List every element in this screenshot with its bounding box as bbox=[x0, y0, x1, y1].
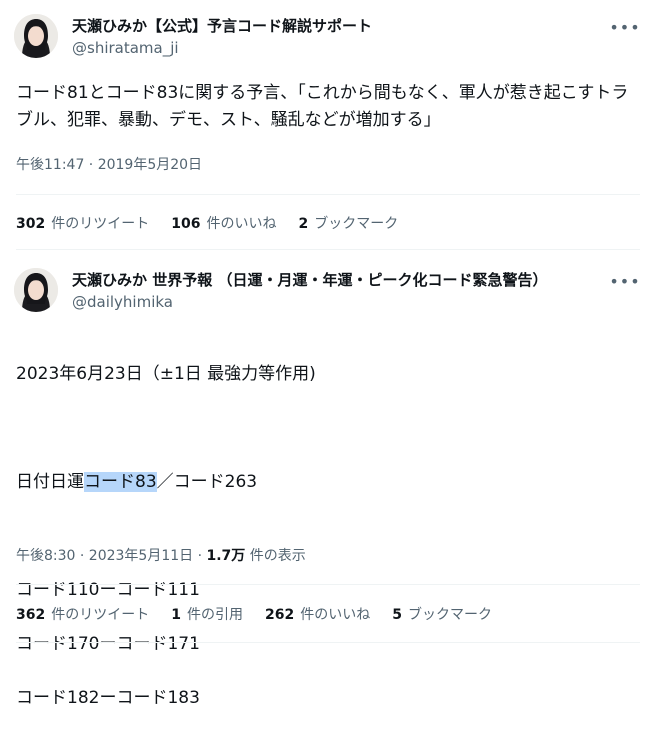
engagement-stats: 302 件のリツイート 106 件のいいね 2 ブックマーク bbox=[16, 214, 398, 234]
bookmarks-stat[interactable]: 5 ブックマーク bbox=[392, 605, 492, 625]
more-horizontal-icon[interactable]: ••• bbox=[609, 18, 639, 37]
timestamp-text: 午後8:30 · 2023年5月11日 · bbox=[16, 548, 207, 564]
retweets-stat[interactable]: 362 件のリツイート bbox=[16, 605, 149, 625]
tweet-1: 天瀬ひみか【公式】予言コード解説サポート @shiratama_ji ••• コ… bbox=[0, 0, 656, 250]
stat-label: ブックマーク bbox=[407, 607, 492, 623]
display-name[interactable]: 天瀬ひみか【公式】予言コード解説サポート bbox=[72, 16, 372, 36]
timestamp[interactable]: 午後11:47 · 2019年5月20日 bbox=[16, 155, 202, 175]
stat-label: 件のリツイート bbox=[51, 607, 150, 623]
views-label: 件の表示 bbox=[245, 548, 306, 564]
tweet-text: コード81とコード83に関する予言、「これから間もなく、軍人が惹き起こすトラブル… bbox=[16, 83, 629, 130]
text-line: 2023年6月23日（±1日 最強力等作用) bbox=[16, 364, 316, 384]
stat-label: 件のいいね bbox=[206, 216, 277, 232]
display-name[interactable]: 天瀬ひみか 世界予報 （日運・月運・年運・ピーク化コード緊急警告） bbox=[72, 270, 547, 290]
text-line: コード170ーコード171 bbox=[16, 634, 200, 654]
more-horizontal-icon[interactable]: ••• bbox=[609, 272, 639, 291]
divider bbox=[16, 642, 640, 643]
timestamp[interactable]: 午後8:30 · 2023年5月11日 · 1.7万 件の表示 bbox=[16, 546, 306, 566]
stat-label: 件のリツイート bbox=[51, 216, 150, 232]
handle[interactable]: @shiratama_ji bbox=[72, 38, 179, 58]
text-suffix: ／コード263 bbox=[156, 472, 258, 492]
bookmarks-stat[interactable]: 2 ブックマーク bbox=[298, 214, 398, 234]
text-line: コード182ーコード183 bbox=[16, 688, 200, 708]
likes-stat[interactable]: 262 件のいいね bbox=[265, 605, 370, 625]
likes-stat[interactable]: 106 件のいいね bbox=[171, 214, 276, 234]
selected-text: コード83 bbox=[84, 472, 157, 492]
stat-count: 106 bbox=[171, 216, 201, 232]
handle[interactable]: @dailyhimika bbox=[72, 292, 173, 312]
divider bbox=[16, 584, 640, 585]
tweet-2: 天瀬ひみか 世界予報 （日運・月運・年運・ピーク化コード緊急警告） @daily… bbox=[0, 250, 656, 708]
text-prefix: 日付日運 bbox=[16, 472, 84, 492]
divider bbox=[16, 194, 640, 195]
avatar[interactable] bbox=[14, 14, 58, 58]
stat-count: 262 bbox=[264, 607, 295, 623]
stat-count: 2 bbox=[298, 216, 309, 232]
text-line: コード110ーコード111 bbox=[16, 580, 200, 600]
avatar[interactable] bbox=[14, 268, 58, 312]
retweets-stat[interactable]: 302 件のリツイート bbox=[16, 214, 149, 234]
stat-label: 件のいいね bbox=[300, 607, 371, 623]
engagement-stats: 362 件のリツイート 1 件の引用 262 件のいいね 5 ブックマーク bbox=[16, 605, 492, 625]
text-line: 日付日運コード83／コード263 bbox=[16, 469, 640, 496]
stat-count: 5 bbox=[392, 607, 402, 623]
stat-label: 件の引用 bbox=[186, 607, 243, 623]
quotes-stat[interactable]: 1 件の引用 bbox=[171, 605, 243, 625]
stat-label: ブックマーク bbox=[314, 216, 399, 232]
tweet-text: 2023年6月23日（±1日 最強力等作用) 日付日運コード83／コード263 … bbox=[16, 334, 640, 739]
views-count: 1.7万 bbox=[206, 548, 246, 564]
stat-count: 302 bbox=[16, 216, 46, 232]
stat-count: 1 bbox=[171, 607, 181, 623]
stat-count: 362 bbox=[16, 607, 46, 623]
